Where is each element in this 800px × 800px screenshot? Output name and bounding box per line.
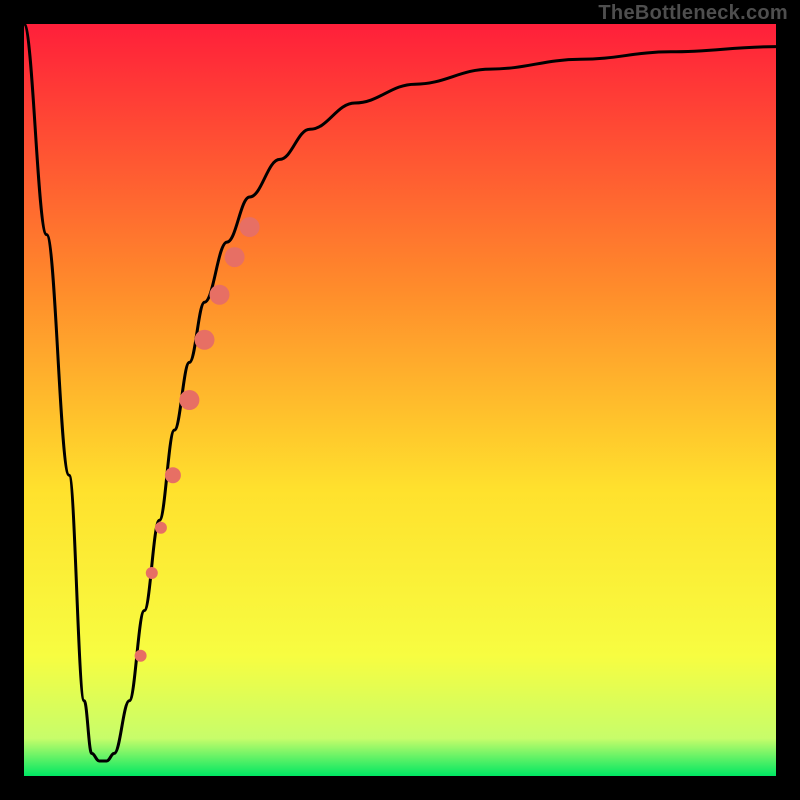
highlight-dot	[165, 467, 181, 483]
highlight-dot	[179, 390, 199, 410]
chart-plot-area	[24, 24, 776, 776]
highlight-dot	[225, 247, 245, 267]
highlight-dot	[146, 567, 158, 579]
highlight-dot	[135, 650, 147, 662]
chart-frame: TheBottleneck.com	[0, 0, 800, 800]
highlight-dot	[195, 330, 215, 350]
highlight-dot	[155, 522, 167, 534]
watermark-label: TheBottleneck.com	[598, 2, 788, 25]
highlight-dot	[240, 217, 260, 237]
highlight-dot	[210, 285, 230, 305]
chart-svg	[24, 24, 776, 776]
